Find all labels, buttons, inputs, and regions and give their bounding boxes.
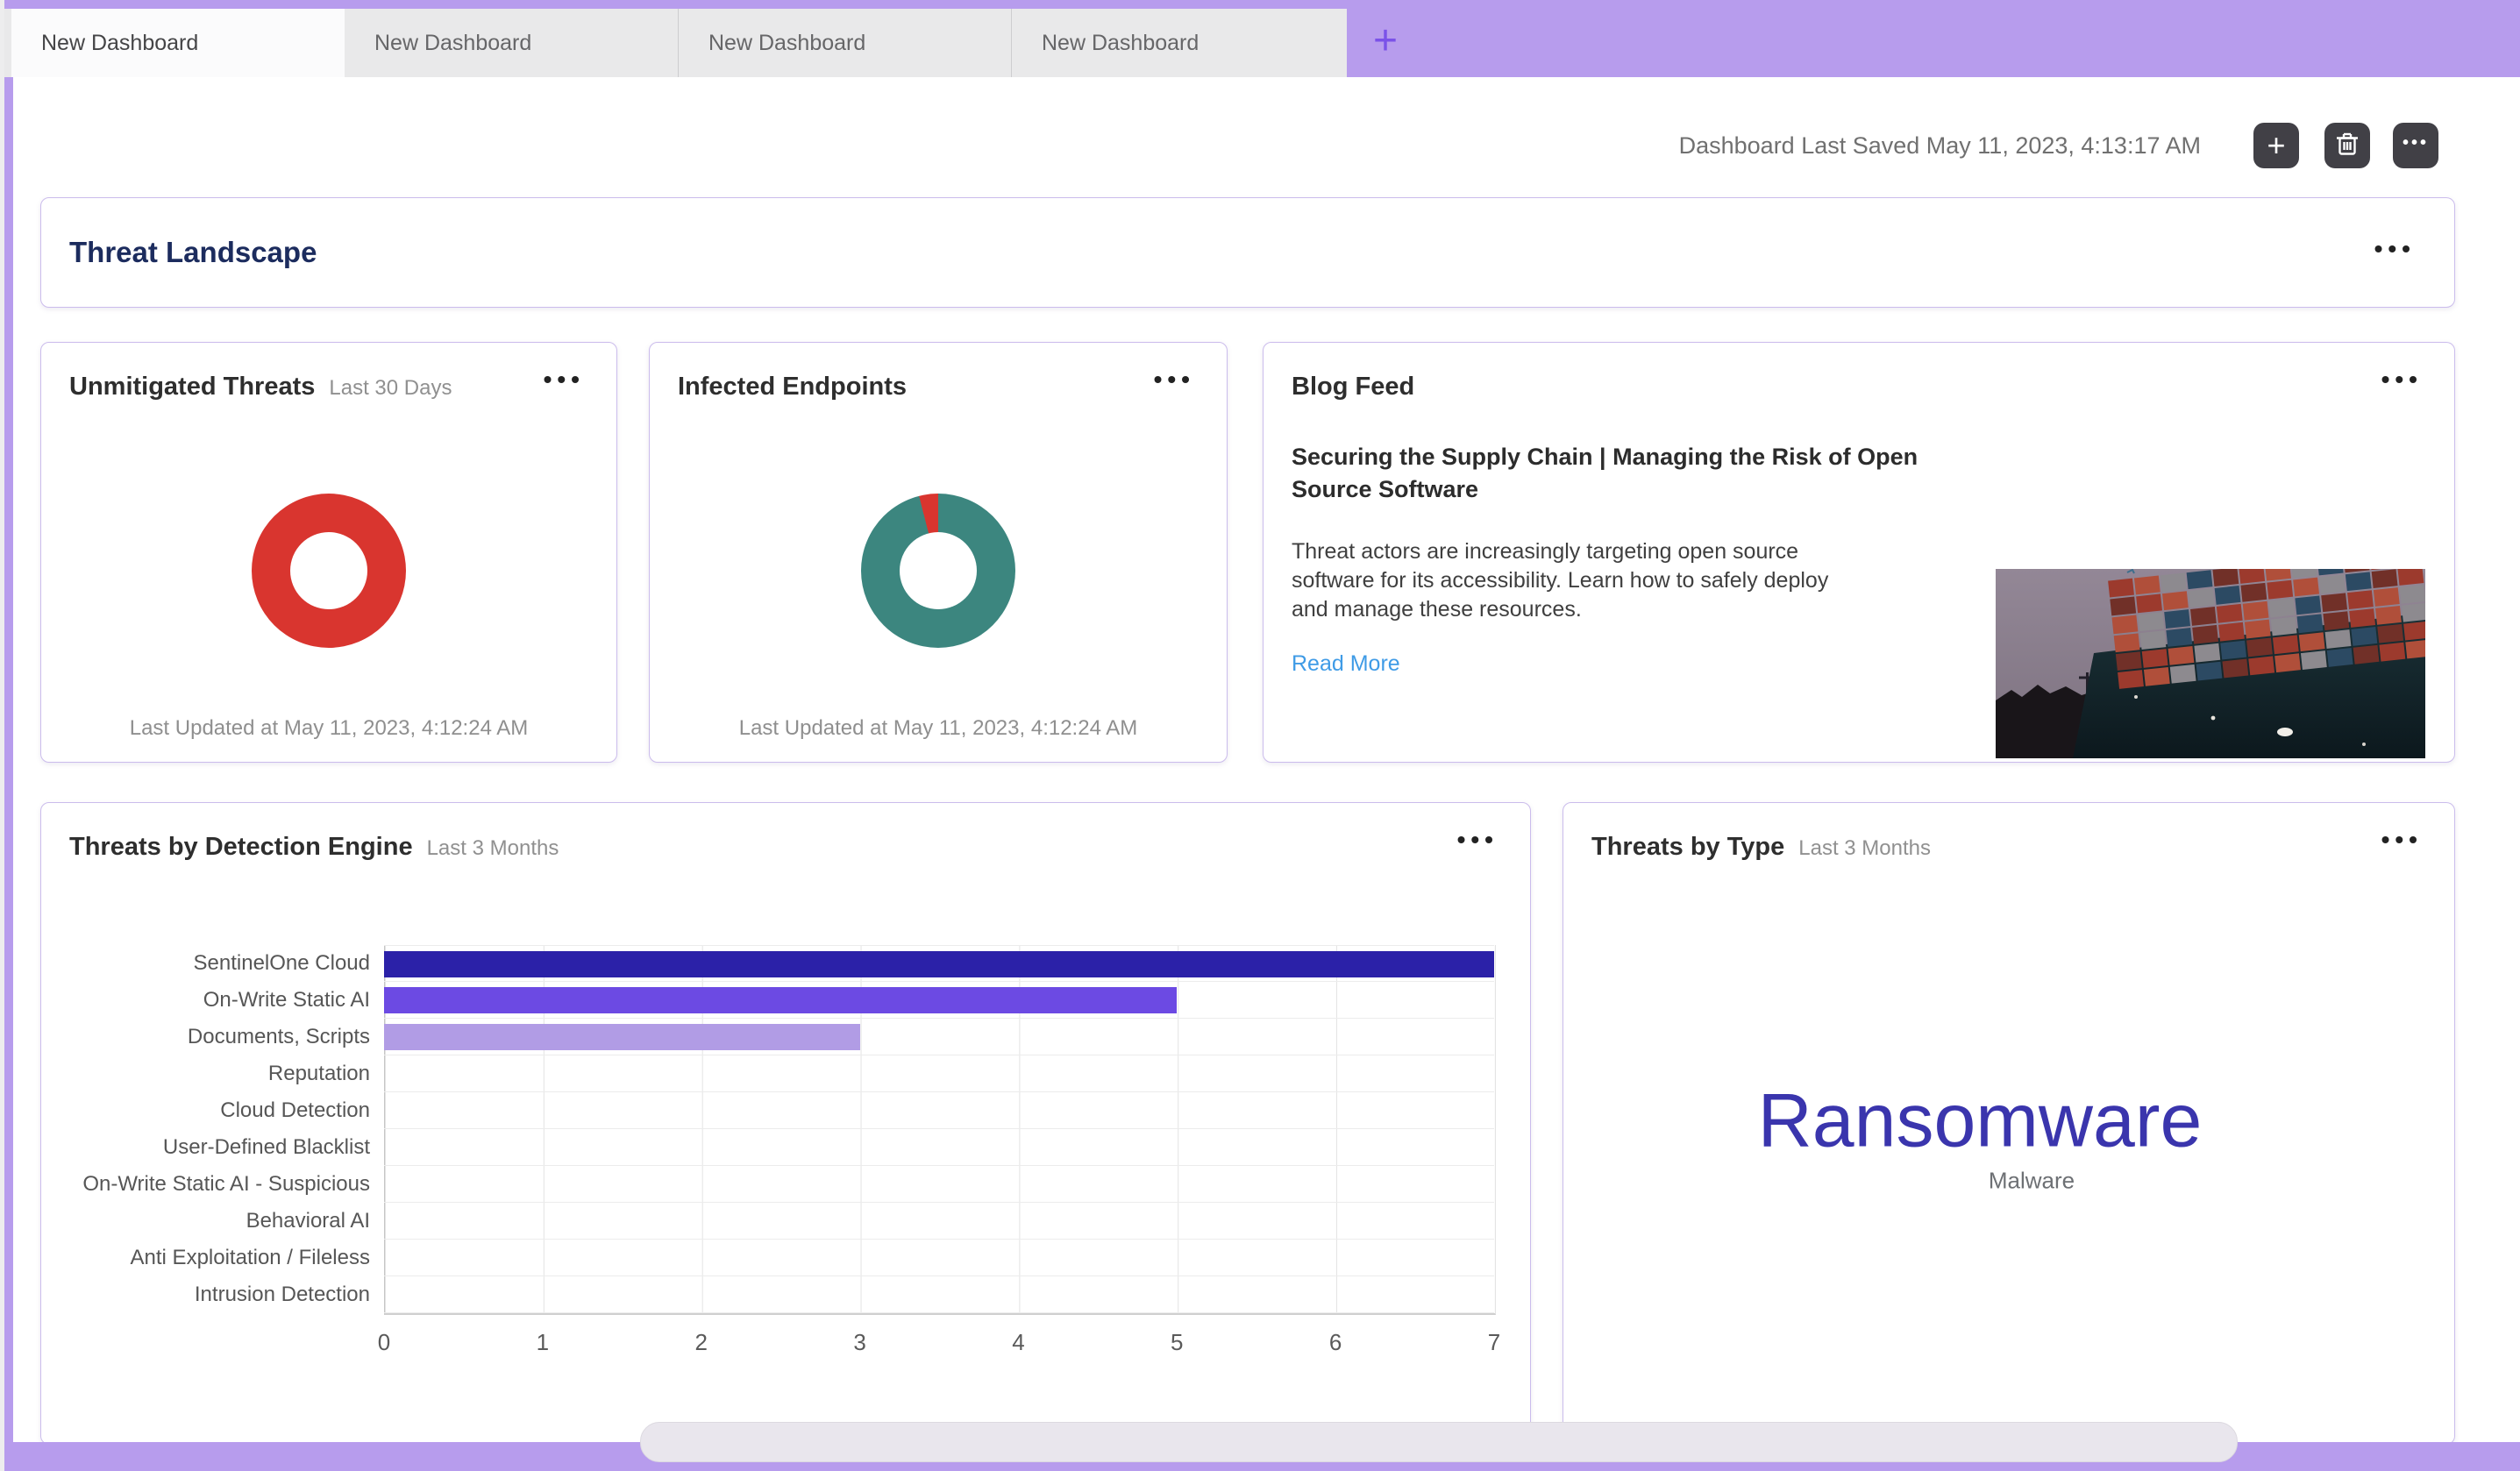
last-saved-timestamp: Dashboard Last Saved May 11, 2023, 4:13:… (1679, 132, 2201, 160)
left-frame-bar (4, 77, 13, 1471)
bar-chart-cell (384, 1166, 1494, 1203)
bar-chart-cell (384, 982, 1494, 1019)
bar-chart-row: Anti Exploitation / Fileless (41, 1240, 1494, 1276)
wordcloud-word-malware: Malware (1989, 1168, 2075, 1195)
x-axis-tick-label: 6 (1329, 1329, 1342, 1356)
bar-documents-scripts (384, 1024, 860, 1050)
threat-landscape-section: Threat Landscape ••• (40, 197, 2455, 308)
x-axis-tick-label: 5 (1171, 1329, 1183, 1356)
bar-chart-row: User-Defined Blacklist (41, 1129, 1494, 1166)
infected-endpoints-card: Infected Endpoints ••• Last Updated at M… (649, 342, 1228, 763)
x-axis-tick-label: 3 (853, 1329, 865, 1356)
trash-icon (2336, 131, 2359, 160)
bar-chart-cell (384, 1203, 1494, 1240)
dashboard-page: New Dashboard New Dashboard New Dashboar… (0, 0, 2520, 1471)
dashboard-more-button[interactable]: ••• (2393, 123, 2438, 168)
threats-by-detection-engine-card: Threats by Detection Engine Last 3 Month… (40, 802, 1531, 1445)
bar-category-label: User-Defined Blacklist (41, 1129, 384, 1166)
last-updated-label: Last Updated at May 11, 2023, 4:12:24 AM (650, 716, 1227, 741)
card-title: Unmitigated Threats (69, 373, 315, 402)
blog-article-summary: Threat actors are increasingly targeting… (1292, 537, 1835, 624)
section-menu-icon[interactable]: ••• (2374, 231, 2416, 266)
x-axis-tick-label: 4 (1012, 1329, 1024, 1356)
plus-icon: + (2267, 130, 2285, 161)
card-title: Blog Feed (1292, 373, 1414, 402)
bar-chart-cell (384, 1019, 1494, 1055)
x-axis-tick-label: 7 (1488, 1329, 1500, 1356)
unmitigated-threats-donut-chart (252, 494, 406, 648)
bar-category-label: Documents, Scripts (41, 1019, 384, 1055)
bar-chart-row: On-Write Static AI (41, 982, 1494, 1019)
tab-new-dashboard-1[interactable]: New Dashboard (11, 9, 345, 77)
tab-strip-background (1347, 9, 2520, 77)
bar-chart-cell (384, 1055, 1494, 1092)
card-menu-icon[interactable]: ••• (544, 362, 585, 397)
wordcloud-word-ransomware: Ransomware (1758, 1078, 2203, 1165)
tab-new-dashboard-4[interactable]: New Dashboard (1011, 9, 1344, 77)
unmitigated-threats-card: Unmitigated Threats Last 30 Days ••• Las… (40, 342, 617, 763)
blog-article-headline: Securing the Supply Chain | Managing the… (1292, 441, 1975, 506)
bar-category-label: On-Write Static AI (41, 982, 384, 1019)
tab-new-dashboard-2[interactable]: New Dashboard (345, 9, 678, 77)
card-menu-icon[interactable]: ••• (2381, 822, 2423, 857)
x-axis-tick-label: 0 (378, 1329, 390, 1356)
threats-by-type-card: Threats by Type Last 3 Months ••• Ransom… (1563, 802, 2455, 1445)
bar-chart-row: SentinelOne Cloud (41, 945, 1494, 982)
bar-chart-cell (384, 1129, 1494, 1166)
top-frame-bar (4, 0, 2520, 9)
read-more-link[interactable]: Read More (1292, 651, 1400, 677)
chart-x-axis: 01234567 (384, 1329, 1494, 1364)
section-title: Threat Landscape (69, 236, 317, 269)
bar-category-label: Intrusion Detection (41, 1276, 384, 1313)
bar-category-label: Cloud Detection (41, 1092, 384, 1129)
ellipsis-icon: ••• (2403, 133, 2429, 153)
bar-chart-cell (384, 945, 1494, 982)
card-time-range: Last 3 Months (427, 836, 559, 861)
window-edge (0, 0, 4, 1471)
dashboard-tab-strip: New Dashboard New Dashboard New Dashboar… (4, 9, 1347, 77)
bar-chart-cell (384, 1240, 1494, 1276)
last-updated-label: Last Updated at May 11, 2023, 4:12:24 AM (41, 716, 616, 741)
card-menu-icon[interactable]: ••• (1457, 822, 1498, 857)
card-menu-icon[interactable]: ••• (2381, 362, 2423, 397)
card-title: Infected Endpoints (678, 373, 907, 402)
card-time-range: Last 30 Days (329, 376, 452, 401)
bar-category-label: On-Write Static AI - Suspicious (41, 1166, 384, 1203)
bar-on-write-static-ai (384, 987, 1177, 1013)
card-menu-icon[interactable]: ••• (1154, 362, 1195, 397)
bar-category-label: Reputation (41, 1055, 384, 1092)
bar-chart-row: Documents, Scripts (41, 1019, 1494, 1055)
delete-dashboard-button[interactable] (2324, 123, 2370, 168)
tab-new-dashboard-3[interactable]: New Dashboard (678, 9, 1011, 77)
card-title: Threats by Detection Engine (69, 833, 413, 862)
card-time-range: Last 3 Months (1798, 836, 1931, 861)
add-dashboard-tab-icon[interactable]: + (1364, 21, 1406, 63)
detection-engine-bar-chart: SentinelOne CloudOn-Write Static AIDocum… (41, 945, 1532, 1313)
blog-feed-card: Blog Feed ••• Securing the Supply Chain … (1263, 342, 2455, 763)
bar-chart-row: On-Write Static AI - Suspicious (41, 1166, 1494, 1203)
add-widget-button[interactable]: + (2253, 123, 2299, 168)
bar-chart-cell (384, 1276, 1494, 1313)
x-axis-tick-label: 2 (694, 1329, 707, 1356)
bar-category-label: Behavioral AI (41, 1203, 384, 1240)
blog-article-image[interactable] (1996, 569, 2425, 758)
x-axis-tick-label: 1 (537, 1329, 549, 1356)
infected-endpoints-donut-chart (861, 494, 1015, 648)
card-title: Threats by Type (1591, 833, 1784, 862)
bar-chart-cell (384, 1092, 1494, 1129)
bar-sentinelone-cloud (384, 951, 1494, 977)
bar-chart-row: Behavioral AI (41, 1203, 1494, 1240)
bar-category-label: Anti Exploitation / Fileless (41, 1240, 384, 1276)
horizontal-scrollbar-thumb[interactable] (640, 1422, 2238, 1462)
bar-chart-row: Reputation (41, 1055, 1494, 1092)
bar-category-label: SentinelOne Cloud (41, 945, 384, 982)
bar-chart-row: Intrusion Detection (41, 1276, 1494, 1313)
bar-chart-row: Cloud Detection (41, 1092, 1494, 1129)
